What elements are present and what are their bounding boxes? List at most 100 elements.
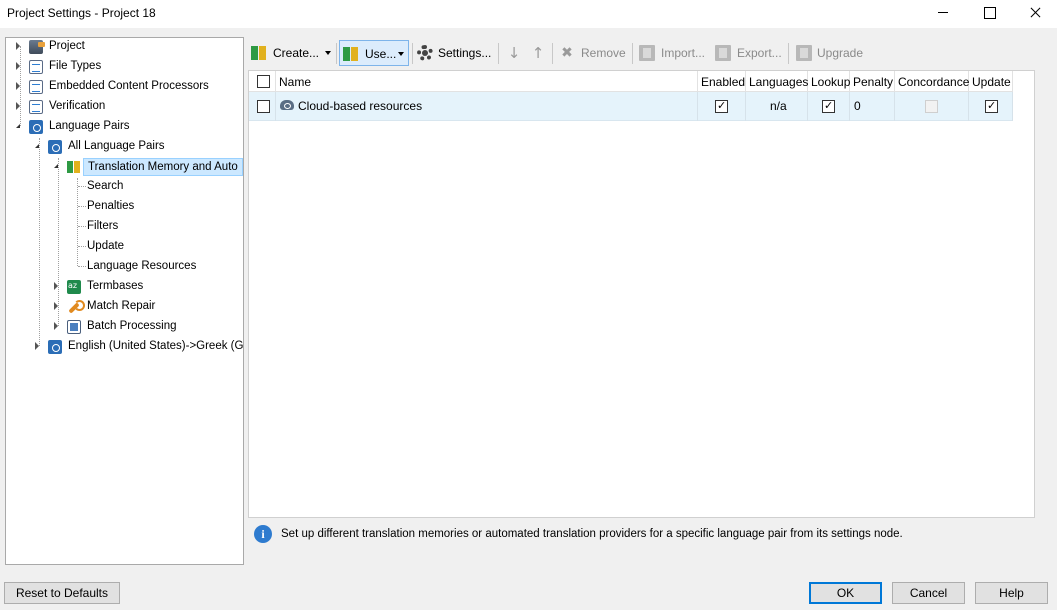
tree-item-search[interactable]: Search: [6, 178, 243, 196]
chevron-down-icon[interactable]: [398, 52, 404, 56]
tree-item-label: Translation Memory and Auto: [83, 158, 243, 176]
name-cell: Cloud-based resources: [276, 92, 698, 121]
column-header-languages[interactable]: Languages: [746, 71, 808, 92]
minimize-button[interactable]: [919, 0, 965, 28]
column-header-enabled[interactable]: Enabled: [698, 71, 746, 92]
arrow-up-icon: ↑: [531, 44, 545, 62]
tree-item-english-greek[interactable]: English (United States)->Greek (Gr: [6, 338, 243, 356]
settings-tree[interactable]: Project File Types Embedded Content Proc…: [5, 37, 244, 565]
info-icon: i: [254, 525, 272, 543]
tree-item-label: Embedded Content Processors: [49, 80, 209, 92]
cancel-button[interactable]: Cancel: [892, 582, 965, 604]
tree-item-label: All Language Pairs: [68, 140, 165, 152]
import-button[interactable]: Import...: [636, 40, 708, 66]
expand-arrow-icon[interactable]: [16, 62, 20, 70]
chevron-down-icon[interactable]: [325, 51, 331, 55]
toolbar-divider: [552, 43, 553, 64]
row-select-cell: [249, 92, 276, 121]
language-pairs-icon: [29, 120, 43, 134]
tree-item-language-pairs[interactable]: Language Pairs: [6, 118, 243, 136]
settings-button[interactable]: Settings...: [414, 40, 494, 66]
reset-to-defaults-button[interactable]: Reset to Defaults: [4, 582, 120, 604]
row-select-checkbox[interactable]: [257, 100, 270, 113]
update-cell: [969, 92, 1013, 121]
tree-item-label: Language Pairs: [49, 120, 130, 132]
toolbar-divider: [498, 43, 499, 64]
resources-grid: Name Enabled Languages Lookup Penalty Co…: [248, 70, 1035, 518]
toolbar-divider: [336, 43, 337, 64]
project-icon: [29, 40, 45, 54]
tree-item-label: Search: [87, 180, 124, 192]
maximize-button[interactable]: [966, 0, 1012, 28]
column-header-label: Languages: [749, 75, 809, 89]
info-message: Set up different translation memories or…: [281, 528, 903, 540]
tree-item-label: Match Repair: [87, 300, 156, 312]
tree-item-translation-memory[interactable]: Translation Memory and Auto: [6, 158, 243, 176]
tree-item-penalties[interactable]: Penalties: [6, 198, 243, 216]
use-label: Use...: [365, 47, 397, 61]
lookup-cell: [808, 92, 850, 121]
move-up-button[interactable]: ↑: [527, 40, 547, 66]
column-header-concordance[interactable]: Concordance: [895, 71, 969, 92]
tree-item-termbases[interactable]: Termbases: [6, 278, 243, 296]
gear-icon: [417, 45, 433, 61]
tree-item-update[interactable]: Update: [6, 238, 243, 256]
arrow-down-icon: ↓: [507, 44, 521, 62]
column-header-lookup[interactable]: Lookup: [808, 71, 850, 92]
expand-arrow-icon[interactable]: [35, 342, 39, 350]
collapse-arrow-icon[interactable]: [35, 144, 39, 148]
expand-arrow-icon[interactable]: [54, 322, 58, 330]
languages-value: n/a: [770, 99, 787, 113]
upgrade-icon: [796, 45, 812, 61]
tree-item-batch-processing[interactable]: Batch Processing: [6, 318, 243, 336]
select-all-header[interactable]: [249, 71, 276, 92]
tree-item-filters[interactable]: Filters: [6, 218, 243, 236]
upgrade-button[interactable]: Upgrade: [793, 40, 868, 66]
help-button[interactable]: Help: [975, 582, 1048, 604]
ok-button[interactable]: OK: [809, 582, 882, 604]
expand-arrow-icon[interactable]: [54, 302, 58, 310]
toolbar-divider: [788, 43, 789, 64]
close-button[interactable]: [1012, 0, 1057, 28]
column-header-penalty[interactable]: Penalty: [850, 71, 895, 92]
lookup-checkbox[interactable]: [822, 99, 835, 113]
tree-item-label: Penalties: [87, 200, 135, 212]
update-checkbox[interactable]: [985, 99, 998, 113]
enabled-checkbox[interactable]: [715, 99, 728, 113]
penalty-value: 0: [854, 99, 861, 113]
export-icon: [715, 45, 731, 61]
batch-icon: [67, 320, 81, 334]
termbase-icon: [67, 280, 81, 294]
expand-arrow-icon[interactable]: [54, 282, 58, 290]
tree-item-all-language-pairs[interactable]: All Language Pairs: [6, 138, 243, 156]
remove-label: Remove: [581, 46, 626, 60]
window-title: Project Settings - Project 18: [7, 6, 156, 20]
select-all-checkbox[interactable]: [257, 75, 270, 88]
table-row[interactable]: Cloud-based resources n/a 0: [249, 92, 1013, 121]
enabled-cell: [698, 92, 746, 121]
export-button[interactable]: Export...: [712, 40, 784, 66]
translation-memory-icon: [343, 46, 359, 62]
column-header-update[interactable]: Update: [969, 71, 1013, 92]
tree-item-match-repair[interactable]: Match Repair: [6, 298, 243, 316]
create-button[interactable]: Create...: [248, 40, 334, 66]
expand-arrow-icon[interactable]: [16, 42, 20, 50]
collapse-arrow-icon[interactable]: [16, 124, 20, 128]
tree-item-embedded-content[interactable]: Embedded Content Processors: [6, 78, 243, 96]
toolbar: Create... Use... Settings... ↓ ↑ ✖ Remov…: [248, 40, 1048, 67]
use-button[interactable]: Use...: [339, 40, 409, 66]
collapse-arrow-icon[interactable]: [54, 164, 58, 168]
cloud-icon: [280, 100, 294, 110]
tree-item-project[interactable]: Project: [6, 38, 243, 56]
expand-arrow-icon[interactable]: [16, 102, 20, 110]
tree-item-label: Verification: [49, 100, 106, 112]
tree-item-verification[interactable]: Verification: [6, 98, 243, 116]
column-header-name[interactable]: Name: [276, 71, 698, 92]
remove-button[interactable]: ✖ Remove: [556, 40, 628, 66]
file-types-icon: [29, 60, 43, 74]
languages-cell: n/a: [746, 92, 808, 121]
move-down-button[interactable]: ↓: [503, 40, 523, 66]
tree-item-file-types[interactable]: File Types: [6, 58, 243, 76]
expand-arrow-icon[interactable]: [16, 82, 20, 90]
tree-item-language-resources[interactable]: Language Resources: [6, 258, 243, 276]
